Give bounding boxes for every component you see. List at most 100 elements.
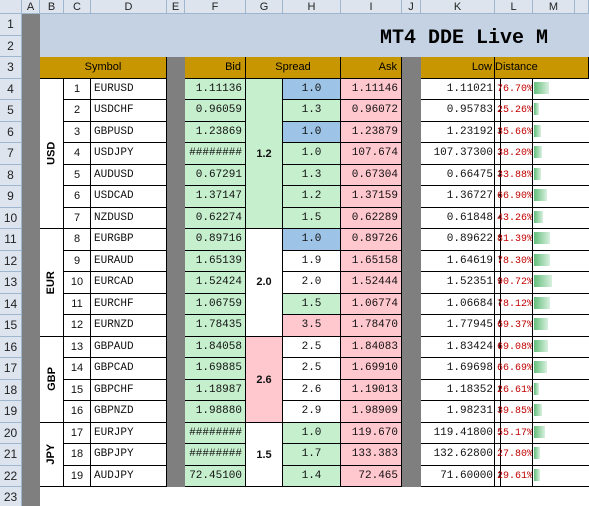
pair-bid[interactable]: 1.78435 <box>185 315 246 337</box>
row-header-19[interactable]: 19 <box>0 401 22 423</box>
pair-symbol[interactable]: EURNZD <box>91 315 167 337</box>
column-header-F[interactable]: F <box>185 0 246 14</box>
pair-spread[interactable]: 2.9 <box>283 401 341 423</box>
pair-symbol[interactable]: USDJPY <box>91 143 167 165</box>
pair-bid[interactable]: 1.84058 <box>185 336 246 358</box>
pair-symbol[interactable]: GBPUSD <box>91 121 167 143</box>
pair-bid[interactable]: 1.52424 <box>185 272 246 294</box>
pair-spread[interactable]: 2.5 <box>283 358 341 380</box>
pair-distance-pct[interactable]: 69.37% <box>496 315 533 337</box>
pair-symbol[interactable]: GBPNZD <box>91 401 167 423</box>
pair-ask[interactable]: 0.67304 <box>341 164 402 186</box>
pair-bid[interactable]: ######## <box>185 422 246 444</box>
pair-spread[interactable]: 2.6 <box>283 379 341 401</box>
row-header-9[interactable]: 9 <box>0 186 22 208</box>
pair-symbol[interactable]: AUDUSD <box>91 164 167 186</box>
row-header-8[interactable]: 8 <box>0 164 22 186</box>
row-header-22[interactable]: 22 <box>0 465 22 487</box>
pair-bid[interactable]: 1.98880 <box>185 401 246 423</box>
pair-symbol[interactable]: EURCHF <box>91 293 167 315</box>
pair-low[interactable]: 0.89622 <box>421 229 495 251</box>
pair-symbol[interactable]: GBPCHF <box>91 379 167 401</box>
pair-low[interactable]: 0.61848 <box>421 207 495 229</box>
pair-spread[interactable]: 1.2 <box>283 186 341 208</box>
pair-spread[interactable]: 1.3 <box>283 164 341 186</box>
pair-ask[interactable]: 1.78470 <box>341 315 402 337</box>
pair-ask[interactable]: 0.89726 <box>341 229 402 251</box>
row-header-6[interactable]: 6 <box>0 121 22 143</box>
pair-ask[interactable]: 133.383 <box>341 444 402 466</box>
pair-bid[interactable]: 1.23869 <box>185 121 246 143</box>
pair-low[interactable]: 1.23192 <box>421 121 495 143</box>
pair-symbol[interactable]: EURJPY <box>91 422 167 444</box>
column-header-K[interactable]: K <box>421 0 495 14</box>
pair-distance-pct[interactable]: 69.08% <box>496 336 533 358</box>
pair-ask[interactable]: 1.69910 <box>341 358 402 380</box>
pair-ask[interactable]: 107.674 <box>341 143 402 165</box>
pair-symbol[interactable]: EURCAD <box>91 272 167 294</box>
pair-spread[interactable]: 1.0 <box>283 422 341 444</box>
pair-low[interactable]: 1.11021 <box>421 78 495 100</box>
column-header-E[interactable]: E <box>167 0 185 14</box>
pair-symbol[interactable]: GBPAUD <box>91 336 167 358</box>
pair-low[interactable]: 0.66475 <box>421 164 495 186</box>
row-header-12[interactable]: 12 <box>0 250 22 272</box>
pair-distance-pct[interactable]: 81.39% <box>496 229 533 251</box>
pair-low[interactable]: 119.41800 <box>421 422 495 444</box>
row-header-3[interactable]: 3 <box>0 57 22 79</box>
pair-low[interactable]: 1.98231 <box>421 401 495 423</box>
pair-spread[interactable]: 1.0 <box>283 121 341 143</box>
pair-ask[interactable]: 72.465 <box>341 465 402 487</box>
pair-symbol[interactable]: EURAUD <box>91 250 167 272</box>
column-header-H[interactable]: H <box>283 0 341 14</box>
pair-distance-pct[interactable]: 43.26% <box>496 207 533 229</box>
row-header-15[interactable]: 15 <box>0 315 22 337</box>
pair-ask[interactable]: 1.06774 <box>341 293 402 315</box>
row-header-1[interactable]: 1 <box>0 14 22 36</box>
pair-distance-pct[interactable]: 76.70% <box>496 78 533 100</box>
row-header-7[interactable]: 7 <box>0 143 22 165</box>
pair-ask[interactable]: 1.11146 <box>341 78 402 100</box>
pair-ask[interactable]: 1.19013 <box>341 379 402 401</box>
pair-spread[interactable]: 1.5 <box>283 207 341 229</box>
pair-distance-pct[interactable]: 27.80% <box>496 444 533 466</box>
pair-symbol[interactable]: EURGBP <box>91 229 167 251</box>
pair-ask[interactable]: 1.84083 <box>341 336 402 358</box>
pair-symbol[interactable]: EURUSD <box>91 78 167 100</box>
column-header-N[interactable] <box>575 0 589 14</box>
row-header-17[interactable]: 17 <box>0 358 22 380</box>
column-header-L[interactable]: L <box>495 0 533 14</box>
row-header-23[interactable]: 23 <box>0 487 22 506</box>
row-header-18[interactable]: 18 <box>0 379 22 401</box>
pair-bid[interactable]: 0.96059 <box>185 100 246 122</box>
pair-low[interactable]: 0.95783 <box>421 100 495 122</box>
pair-symbol[interactable]: AUDJPY <box>91 465 167 487</box>
pair-bid[interactable]: 1.18987 <box>185 379 246 401</box>
pair-ask[interactable]: 0.62289 <box>341 207 402 229</box>
pair-low[interactable]: 1.18352 <box>421 379 495 401</box>
pair-low[interactable]: 1.83424 <box>421 336 495 358</box>
row-header-2[interactable]: 2 <box>0 35 22 57</box>
pair-spread[interactable]: 1.0 <box>283 78 341 100</box>
pair-low[interactable]: 1.52351 <box>421 272 495 294</box>
column-header-C[interactable]: C <box>64 0 91 14</box>
pair-low[interactable]: 132.62800 <box>421 444 495 466</box>
pair-low[interactable]: 71.60000 <box>421 465 495 487</box>
pair-distance-pct[interactable]: 33.88% <box>496 164 533 186</box>
pair-spread[interactable]: 1.5 <box>283 293 341 315</box>
row-header-11[interactable]: 11 <box>0 229 22 251</box>
row-header-16[interactable]: 16 <box>0 336 22 358</box>
pair-bid[interactable]: 0.67291 <box>185 164 246 186</box>
pair-symbol[interactable]: USDCHF <box>91 100 167 122</box>
pair-bid[interactable]: 1.65139 <box>185 250 246 272</box>
select-all-corner[interactable] <box>0 0 22 14</box>
pair-ask[interactable]: 1.23879 <box>341 121 402 143</box>
column-header-A[interactable]: A <box>22 0 40 14</box>
pair-distance-pct[interactable]: 26.61% <box>496 379 533 401</box>
pair-ask[interactable]: 0.96072 <box>341 100 402 122</box>
pair-symbol[interactable]: GBPCAD <box>91 358 167 380</box>
pair-ask[interactable]: 1.65158 <box>341 250 402 272</box>
row-header-10[interactable]: 10 <box>0 207 22 229</box>
pair-ask[interactable]: 1.98909 <box>341 401 402 423</box>
pair-distance-pct[interactable]: 39.85% <box>496 401 533 423</box>
